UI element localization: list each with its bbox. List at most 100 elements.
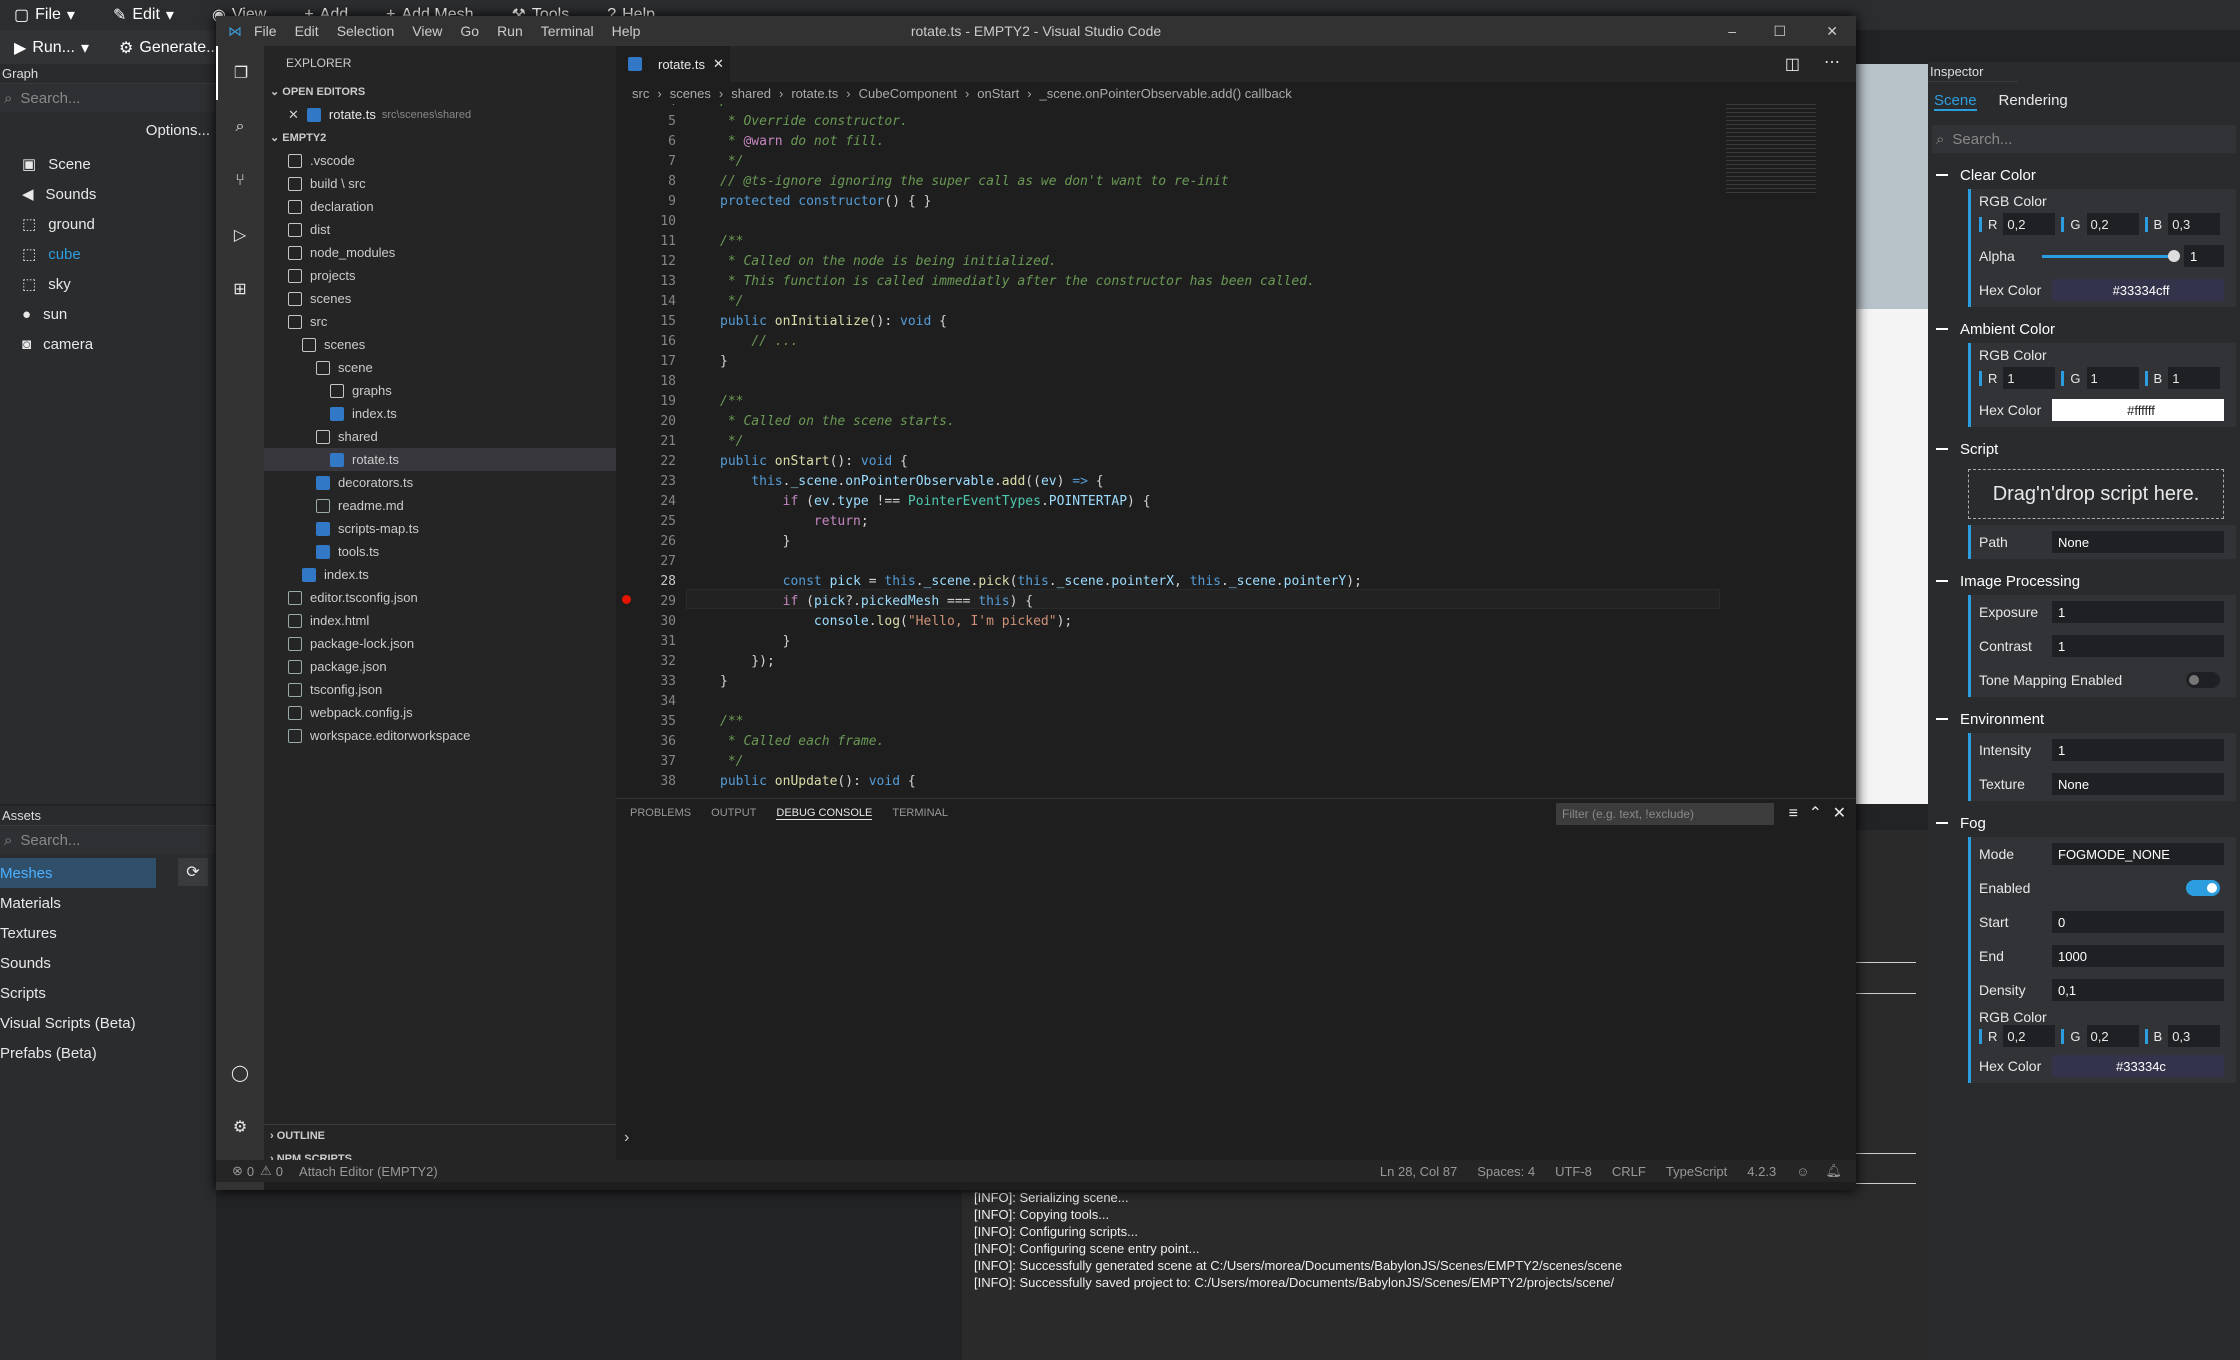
code-line[interactable]: * Override constructor.: [720, 114, 908, 129]
tree-item[interactable]: tsconfig.json: [264, 678, 616, 701]
fog-enabled-toggle[interactable]: [2186, 880, 2220, 896]
code-line[interactable]: }: [720, 634, 791, 649]
debug-icon[interactable]: ▷: [216, 208, 264, 262]
graph-item-Scene[interactable]: ▣ Scene: [0, 149, 216, 179]
tab-rotate-ts[interactable]: rotate.ts ✕: [616, 46, 730, 82]
code-line[interactable]: }: [720, 354, 728, 369]
code-line[interactable]: public onInitialize(): void {: [720, 314, 947, 329]
tree-item[interactable]: index.ts: [264, 402, 616, 425]
breadcrumb-item[interactable]: CubeComponent: [859, 86, 957, 101]
code-line[interactable]: */: [720, 754, 744, 769]
panel-tab[interactable]: OUTPUT: [711, 807, 756, 820]
tree-item[interactable]: declaration: [264, 195, 616, 218]
fog-end-input[interactable]: 1000: [2052, 945, 2224, 967]
code-line[interactable]: */: [720, 434, 744, 449]
graph-search[interactable]: ⌕ Search...: [0, 84, 216, 112]
asset-item[interactable]: Textures: [0, 918, 216, 948]
tree-item[interactable]: src: [264, 310, 616, 333]
contrast-input[interactable]: 1: [2052, 635, 2224, 657]
close-icon[interactable]: ✕: [288, 107, 299, 123]
code-line[interactable]: // ...: [720, 334, 798, 349]
code-line[interactable]: return;: [720, 514, 869, 529]
code-line[interactable]: /**: [720, 234, 743, 249]
menu-file[interactable]: ▢ File ▾: [4, 2, 85, 28]
panel-tab[interactable]: TERMINAL: [892, 807, 948, 820]
tree-item[interactable]: index.html: [264, 609, 616, 632]
feedback-icon[interactable]: ☺: [1796, 1164, 1809, 1179]
open-editors-header[interactable]: ⌄ OPEN EDITORS: [264, 80, 616, 103]
ambient-hex-input[interactable]: #ffffff: [2052, 399, 2224, 421]
code-line[interactable]: /**: [720, 104, 743, 109]
tree-item[interactable]: scene: [264, 356, 616, 379]
graph-item-Sounds[interactable]: ◀ Sounds: [0, 179, 216, 209]
menu-view[interactable]: View: [412, 23, 442, 39]
code-line[interactable]: console.log("Hello, I'm picked");: [720, 614, 1072, 629]
clear-hex-input[interactable]: #33334cff: [2052, 279, 2224, 301]
fog-start-input[interactable]: 0: [2052, 911, 2224, 933]
fog-b-input[interactable]: 0,3: [2168, 1025, 2221, 1047]
cursor-position[interactable]: Ln 28, Col 87: [1380, 1164, 1457, 1179]
files-icon[interactable]: ❐: [216, 46, 264, 100]
section-clear-color[interactable]: Clear Color: [1928, 161, 2240, 189]
code-line[interactable]: }: [720, 534, 791, 549]
open-editor-item[interactable]: ✕ rotate.ts src\scenes\shared: [264, 103, 616, 126]
asset-item[interactable]: Visual Scripts (Beta): [0, 1008, 216, 1038]
tree-item[interactable]: dist: [264, 218, 616, 241]
bell-icon[interactable]: 🔔︎: [1825, 1163, 1842, 1179]
code-line[interactable]: if (ev.type !== PointerEventTypes.POINTE…: [720, 494, 1151, 509]
code-line[interactable]: /**: [720, 394, 743, 409]
close-icon[interactable]: ✕: [1826, 23, 1838, 40]
console-prompt-icon[interactable]: ›: [624, 1129, 629, 1147]
code-line[interactable]: */: [720, 154, 744, 169]
tree-item[interactable]: scenes: [264, 333, 616, 356]
tree-item[interactable]: scripts-map.ts: [264, 517, 616, 540]
ts-version[interactable]: 4.2.3: [1747, 1164, 1776, 1179]
section-ambient-color[interactable]: Ambient Color: [1928, 315, 2240, 343]
code-line[interactable]: * @warn do not fill.: [720, 134, 885, 149]
tree-item[interactable]: shared: [264, 425, 616, 448]
code-line[interactable]: // @ts-ignore ignoring the super call as…: [720, 174, 1229, 189]
minimap[interactable]: [1726, 104, 1816, 194]
breadcrumb-item[interactable]: shared: [731, 86, 771, 101]
fog-mode-select[interactable]: FOGMODE_NONE: [2052, 843, 2224, 865]
breadcrumb-item[interactable]: scenes: [670, 86, 711, 101]
tab-rendering[interactable]: Rendering: [1999, 92, 2068, 111]
alpha-input[interactable]: 1: [2184, 245, 2224, 267]
tree-item[interactable]: decorators.ts: [264, 471, 616, 494]
code-line[interactable]: * This function is called immediatly aft…: [720, 274, 1315, 289]
encoding-status[interactable]: UTF-8: [1555, 1164, 1592, 1179]
graph-item-sky[interactable]: ⬚ sky: [0, 269, 216, 299]
code-line[interactable]: }: [720, 674, 728, 689]
tree-item[interactable]: editor.tsconfig.json: [264, 586, 616, 609]
gear-icon[interactable]: ⚙: [216, 1100, 264, 1154]
inspector-search[interactable]: ⌕ Search...: [1932, 125, 2236, 153]
indent-status[interactable]: Spaces: 4: [1477, 1164, 1535, 1179]
code-line[interactable]: * Called each frame.: [720, 734, 885, 749]
extensions-icon[interactable]: ⊞: [216, 262, 264, 316]
tab-scene[interactable]: Scene: [1934, 92, 1977, 111]
ambient-b-input[interactable]: 1: [2168, 367, 2221, 389]
section-image-processing[interactable]: Image Processing: [1928, 567, 2240, 595]
fog-r-input[interactable]: 0,2: [2003, 1025, 2056, 1047]
error-count[interactable]: 0: [247, 1164, 254, 1179]
asset-item[interactable]: Meshes: [0, 858, 156, 888]
code-line[interactable]: * Called on the scene starts.: [720, 414, 955, 429]
scene-viewport[interactable]: [1856, 64, 1928, 804]
graph-item-ground[interactable]: ⬚ ground: [0, 209, 216, 239]
tree-item[interactable]: build \ src: [264, 172, 616, 195]
breadcrumb-item[interactable]: _scene.onPointerObservable.add() callbac…: [1040, 86, 1292, 101]
tone-mapping-toggle[interactable]: [2186, 672, 2220, 688]
tree-item[interactable]: tools.ts: [264, 540, 616, 563]
filter-input[interactable]: Filter (e.g. text, !exclude): [1556, 803, 1774, 825]
split-editor-icon[interactable]: ◫: [1785, 54, 1800, 74]
tree-item[interactable]: package.json: [264, 655, 616, 678]
menu-file[interactable]: File: [254, 23, 277, 39]
menu-selection[interactable]: Selection: [337, 23, 395, 39]
menu-terminal[interactable]: Terminal: [541, 23, 594, 39]
run-button[interactable]: ▶ Run... ▾: [4, 35, 99, 61]
code-line[interactable]: */: [720, 294, 744, 309]
asset-item[interactable]: Sounds: [0, 948, 216, 978]
menu-help[interactable]: Help: [612, 23, 641, 39]
section-script[interactable]: Script: [1928, 435, 2240, 463]
project-header[interactable]: ⌄ EMPTY2: [264, 126, 616, 149]
